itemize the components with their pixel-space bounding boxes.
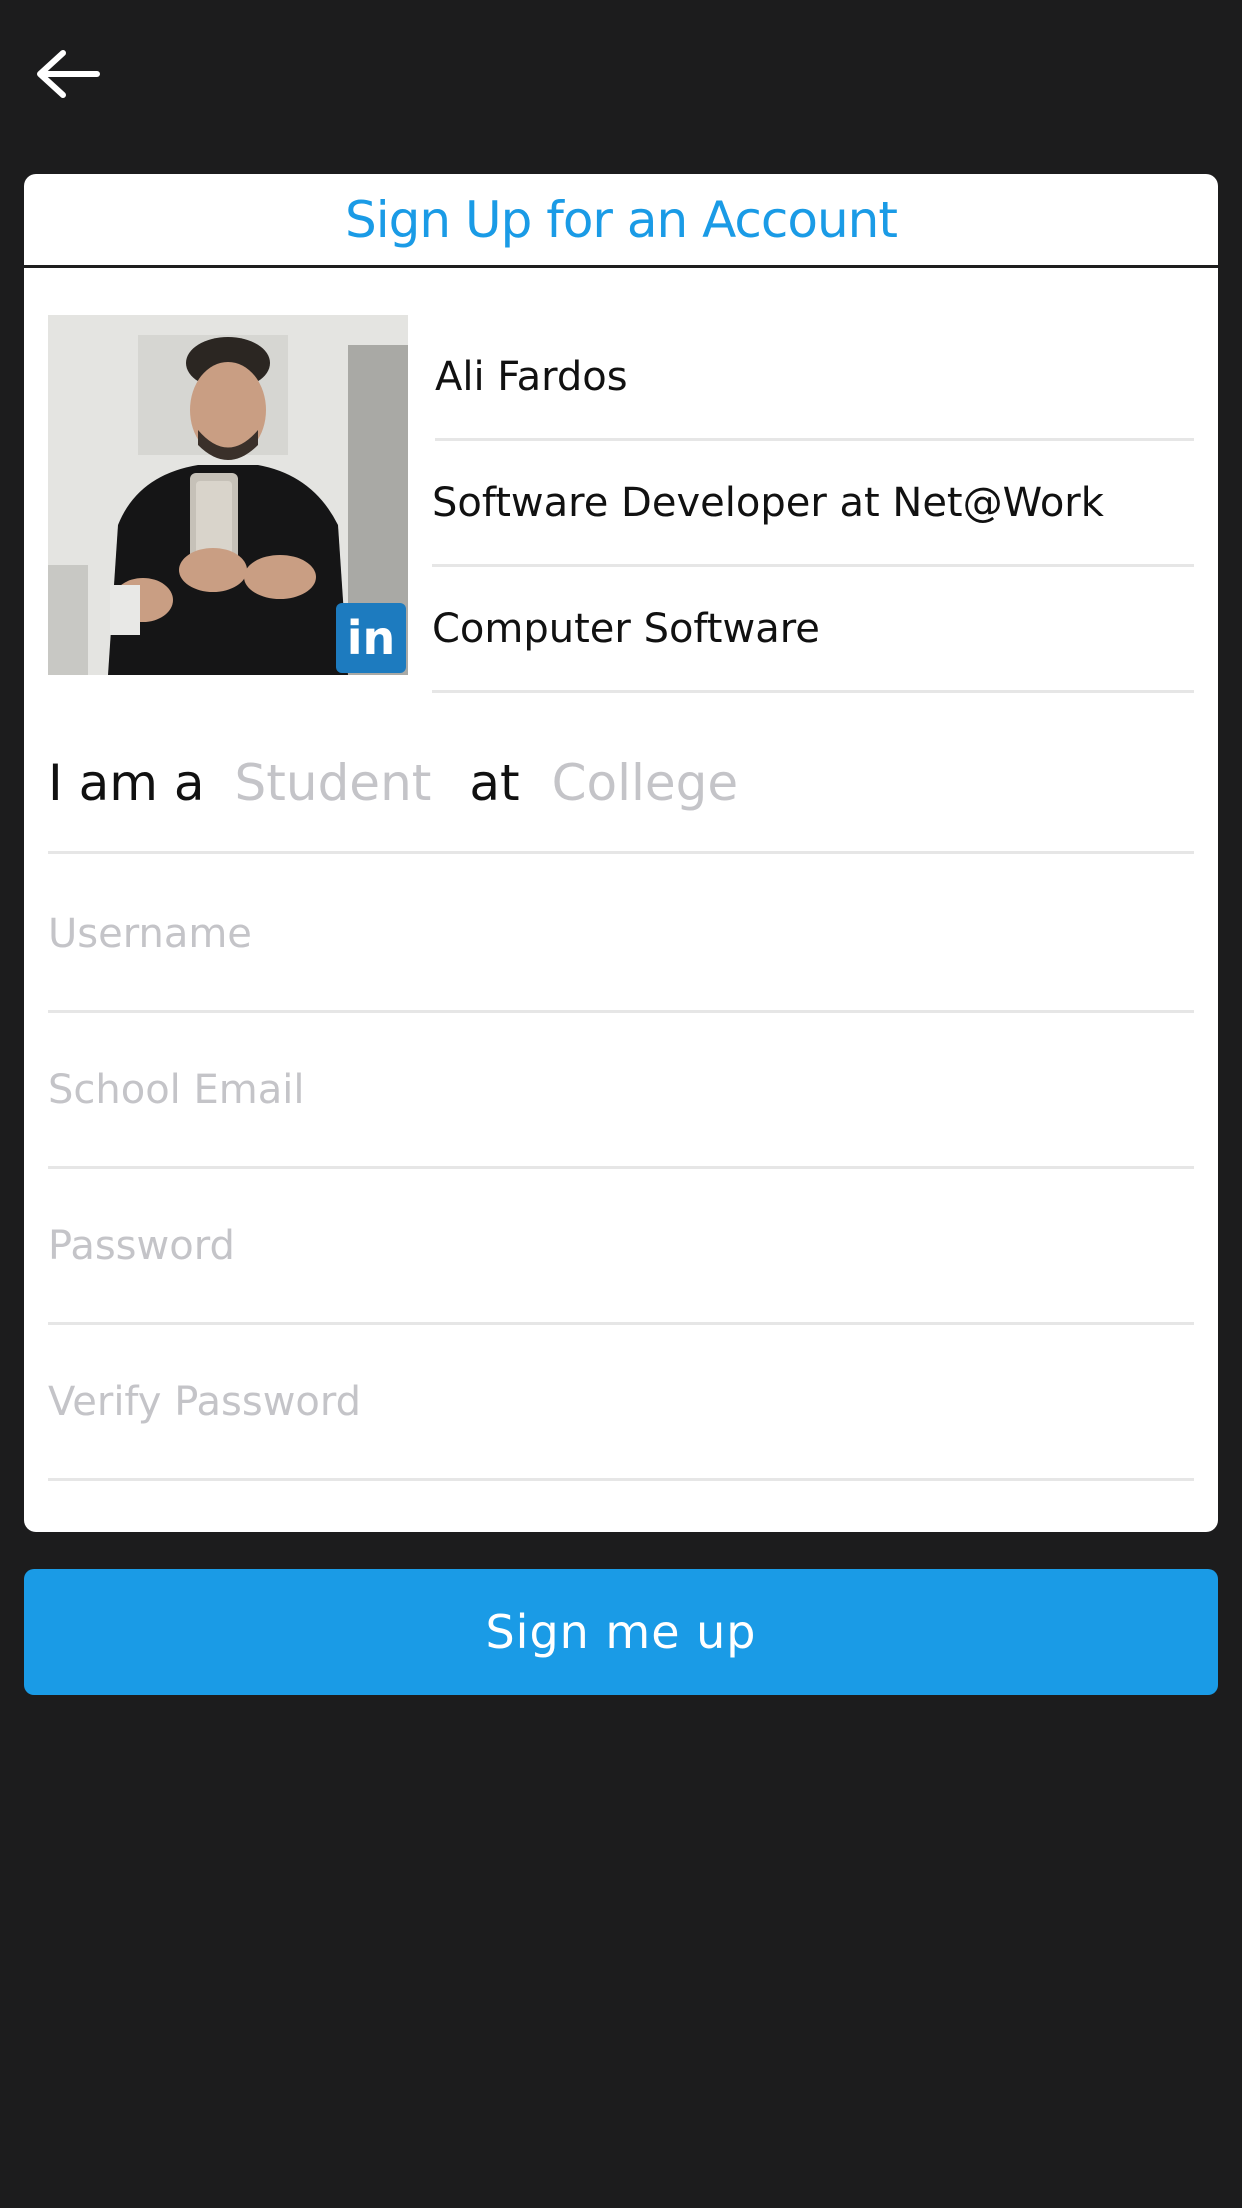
role-picker[interactable]: Student	[235, 754, 432, 812]
card-header: Sign Up for an Account	[24, 174, 1218, 268]
linkedin-profile: in Ali Fardos Software Developer at Net@…	[48, 315, 1194, 693]
verify-password-input[interactable]	[48, 1378, 1194, 1425]
verify-password-field-row	[48, 1325, 1194, 1481]
school-picker[interactable]: College	[552, 754, 739, 812]
signup-card: Sign Up for an Account in Ali Fardos Sof…	[24, 174, 1218, 1532]
linkedin-icon: in	[336, 603, 406, 673]
profile-industry: Computer Software	[432, 567, 1194, 693]
role-connector-label: at	[469, 753, 520, 812]
back-button[interactable]	[28, 44, 108, 104]
profile-name: Ali Fardos	[435, 315, 1194, 441]
top-bar	[0, 0, 1242, 160]
username-field-row	[48, 857, 1194, 1013]
arrow-left-icon	[37, 50, 100, 98]
profile-photo: in	[48, 315, 408, 675]
username-input[interactable]	[48, 910, 1194, 957]
profile-info: Ali Fardos Software Developer at Net@Wor…	[432, 315, 1194, 693]
sign-up-button[interactable]: Sign me up	[24, 1569, 1218, 1695]
school-email-input[interactable]	[48, 1066, 1194, 1113]
email-field-row	[48, 1013, 1194, 1169]
profile-headline: Software Developer at Net@Work	[432, 441, 1194, 567]
role-prefix-label: I am a	[48, 753, 205, 812]
password-input[interactable]	[48, 1222, 1194, 1269]
role-selector-row: I am a Student at College	[48, 714, 1194, 854]
password-field-row	[48, 1169, 1194, 1325]
card-title: Sign Up for an Account	[345, 190, 898, 249]
